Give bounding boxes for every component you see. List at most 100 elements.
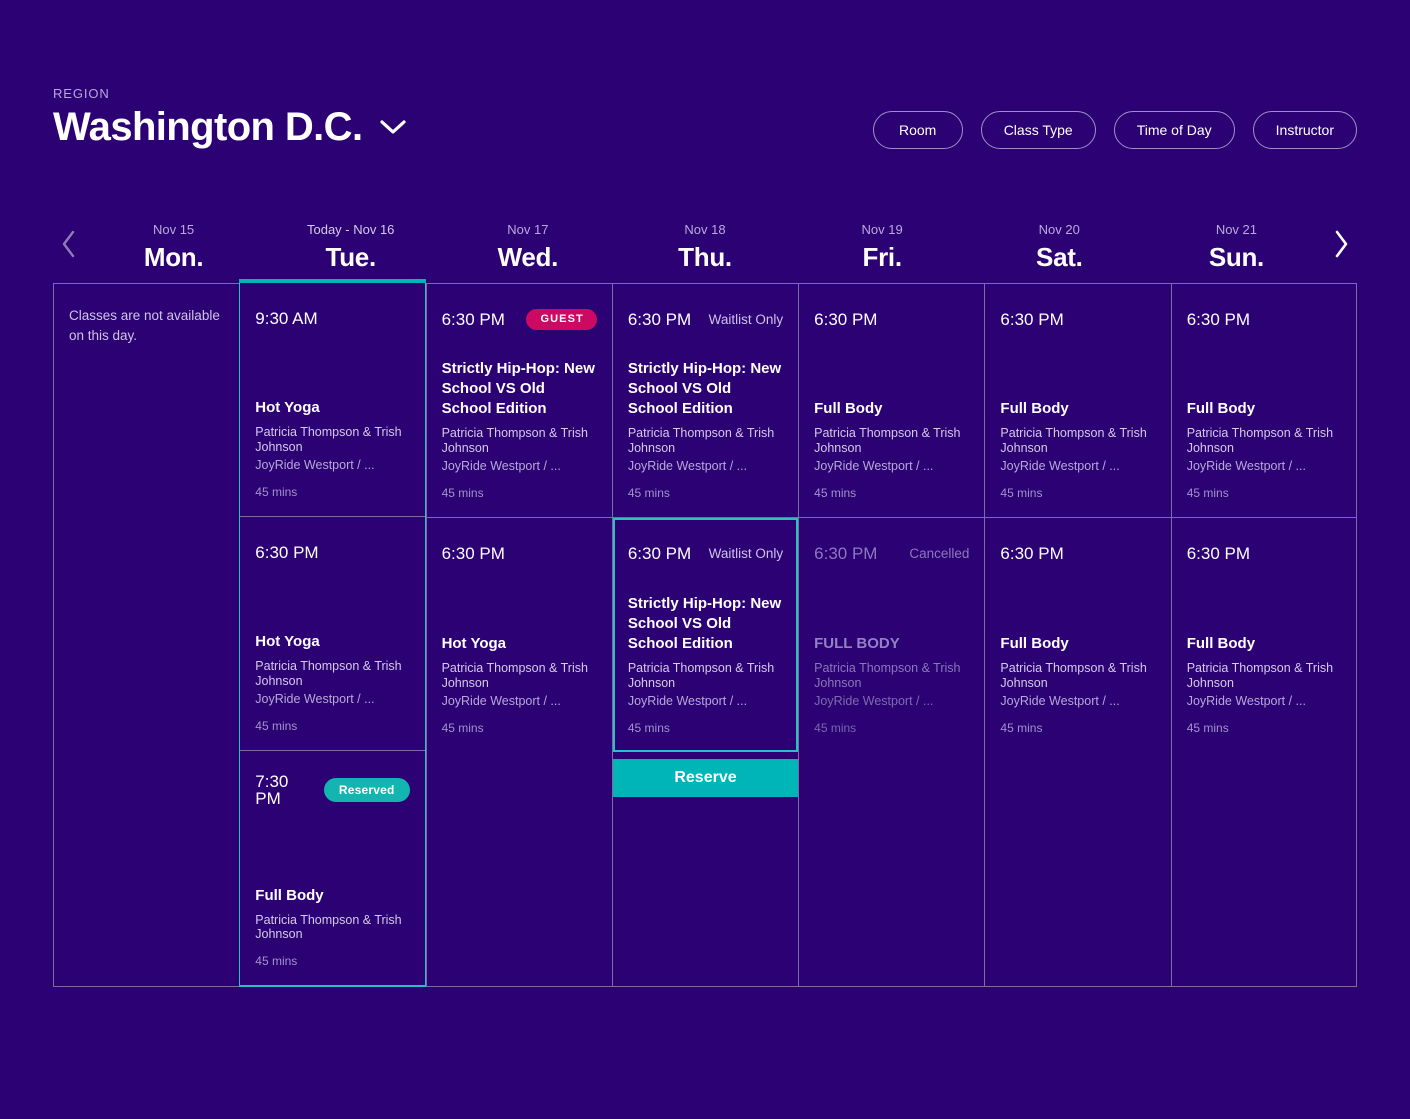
- day-column-thu: 6:30 PM Waitlist Only Strictly Hip-Hop: Ne…: [611, 283, 799, 987]
- class-card-header: 6:30 PM Waitlist Only: [628, 306, 783, 332]
- class-card-header: 6:30 PM GUEST: [442, 306, 597, 332]
- class-location: JoyRide Westport / ...: [255, 458, 375, 473]
- class-duration: 45 mins: [255, 485, 298, 499]
- class-instructor: Patricia Thompson & Trish Johnson: [1000, 425, 1147, 455]
- class-card-header: 9:30 AM: [255, 305, 409, 331]
- schedule-page: REGION Washington D.C. Room Class Type T…: [0, 0, 1410, 1119]
- day-column-fri: 6:30 PM Full Body Patricia Thompson & Tris…: [798, 283, 985, 987]
- class-title: Hot Yoga: [441, 634, 507, 652]
- reserve-button[interactable]: Reserve: [612, 759, 799, 797]
- class-title: Hot Yoga: [255, 632, 320, 650]
- chevron-down-icon[interactable]: [380, 119, 407, 135]
- class-card[interactable]: 6:30 PM Hot Yoga Patricia Thompson & Trish…: [240, 517, 425, 751]
- class-card-body: FULL BODY Patricia Thompson & Trish Johns…: [814, 634, 969, 734]
- class-instructor: Patricia Thompson & Trish Johnson: [627, 660, 775, 690]
- class-card[interactable]: 6:30 PM Full Body Patricia Thompson & Tris…: [799, 284, 985, 518]
- day-header-mon[interactable]: Nov 15 Mon.: [85, 214, 262, 271]
- class-instructor: Patricia Thompson & Trish Johnson: [441, 660, 588, 690]
- class-title: Strictly Hip-Hop: New School VS Old Scho…: [441, 359, 595, 417]
- day-date: Nov 20: [1038, 222, 1080, 237]
- region-selector[interactable]: REGION Washington D.C.: [53, 86, 407, 149]
- filter-room[interactable]: Room: [872, 111, 963, 149]
- class-duration: 45 mins: [627, 486, 670, 500]
- class-time: 6:30 PM: [441, 309, 505, 329]
- class-card[interactable]: 6:30 PM Full Body Patricia Thompson & Tris…: [985, 518, 1170, 752]
- class-time: 6:30 PM: [255, 542, 319, 562]
- class-location: JoyRide Westport / ...: [627, 459, 748, 474]
- class-card-header: 6:30 PM: [442, 540, 597, 566]
- schedule-grid-wrap: Classes are not available on this day. 9:…: [53, 279, 1357, 988]
- filter-bar: Room Class Type Time of Day Instructor: [872, 111, 1357, 149]
- class-card[interactable]: 7:30 PM Reserved Full Body Patricia Thompso…: [240, 751, 424, 985]
- day-column-sat: 6:30 PM Full Body Patricia Thompson & Tris…: [984, 283, 1171, 987]
- class-card: 6:30 PM Cancelled FULL BODY Patricia Thomps…: [799, 518, 984, 752]
- day-date: Nov 19: [861, 222, 903, 237]
- class-instructor: Patricia Thompson & Trish Johnson: [255, 912, 402, 942]
- class-location: JoyRide Westport / ...: [1186, 459, 1306, 474]
- class-duration: 45 mins: [1186, 721, 1229, 735]
- class-instructor: Patricia Thompson & Trish Johnson: [814, 425, 961, 455]
- class-card[interactable]: 6:30 PM Full Body Patricia Thompson & Tris…: [985, 284, 1171, 518]
- class-location: JoyRide Westport / ...: [1000, 459, 1120, 474]
- day-name: Thu.: [678, 241, 732, 272]
- status-badge: Reserved: [323, 778, 410, 802]
- class-duration: 45 mins: [255, 954, 298, 968]
- class-card-body: Full Body Patricia Thompson & Trish Johns…: [1187, 399, 1341, 499]
- class-card[interactable]: 6:30 PM Full Body Patricia Thompson & Tris…: [1172, 518, 1356, 752]
- day-name: Fri.: [862, 241, 903, 272]
- class-title: Full Body: [1000, 399, 1069, 417]
- filter-class-type[interactable]: Class Type: [980, 111, 1096, 149]
- day-column-wed: 6:30 PM GUEST Strictly Hip-Hop: New School…: [425, 283, 612, 987]
- class-duration: 45 mins: [441, 721, 484, 735]
- class-location: JoyRide Westport / ...: [255, 692, 375, 707]
- day-name: Sun.: [1208, 241, 1264, 272]
- class-location: JoyRide Westport / ...: [627, 694, 748, 709]
- day-header-sat[interactable]: Nov 20 Sat.: [971, 214, 1148, 271]
- next-week-button[interactable]: [1325, 214, 1357, 274]
- region-label: REGION: [53, 86, 110, 101]
- class-card-body: Strictly Hip-Hop: New School VS Old Scho…: [442, 359, 597, 499]
- class-card[interactable]: 6:30 PM Waitlist Only Strictly Hip-Hop: Ne…: [612, 284, 799, 518]
- page-header: REGION Washington D.C. Room Class Type T…: [53, 86, 1357, 156]
- class-time: 6:30 PM: [627, 543, 692, 563]
- class-card[interactable]: 6:30 PM Full Body Patricia Thompson & Tris…: [1171, 284, 1356, 518]
- class-title: Full Body: [1186, 634, 1256, 652]
- class-card[interactable]: 6:30 PM GUEST Strictly Hip-Hop: New School…: [426, 284, 612, 518]
- class-card[interactable]: 9:30 AM Hot Yoga Patricia Thompson & Trish…: [240, 283, 425, 517]
- day-date: Nov 21: [1215, 222, 1258, 237]
- class-time: 6:30 PM: [441, 543, 505, 563]
- day-header-tue[interactable]: Today - Nov 16 Tue.: [262, 214, 439, 271]
- class-duration: 45 mins: [1000, 486, 1043, 500]
- class-time: 6:30 PM: [1000, 543, 1064, 563]
- class-card-body: Hot Yoga Patricia Thompson & Trish Johnso…: [255, 632, 409, 732]
- class-duration: 45 mins: [814, 486, 857, 500]
- class-card[interactable]: 6:30 PM Waitlist Only Strictly Hip-Hop: Ne…: [612, 518, 799, 797]
- page-title: Washington D.C.: [53, 105, 363, 149]
- class-instructor: Patricia Thompson & Trish Johnson: [814, 660, 961, 690]
- filter-time-of-day[interactable]: Time of Day: [1113, 111, 1235, 149]
- empty-day-cell: Classes are not available on this day.: [54, 284, 239, 518]
- class-duration: 45 mins: [441, 486, 484, 500]
- class-title: Full Body: [1000, 634, 1069, 652]
- class-card-body: Full Body Patricia Thompson & Trish Johns…: [814, 399, 969, 499]
- day-name: Wed.: [497, 241, 559, 272]
- class-card-header: 6:30 PM Cancelled: [814, 540, 969, 566]
- day-header-thu[interactable]: Nov 18 Thu.: [616, 214, 793, 271]
- class-card-header: 6:30 PM: [1187, 306, 1341, 332]
- class-card-body: Full Body Patricia Thompson & Trish Johns…: [1000, 634, 1155, 734]
- class-card-header: 6:30 PM: [255, 539, 409, 565]
- class-card-header: 6:30 PM: [814, 306, 969, 332]
- filter-instructor[interactable]: Instructor: [1252, 111, 1357, 149]
- day-header-sun[interactable]: Nov 21 Sun.: [1148, 214, 1325, 271]
- class-card-body: Full Body Patricia Thompson & Trish Johns…: [255, 886, 409, 967]
- prev-week-button[interactable]: [53, 214, 85, 274]
- class-title: Full Body: [1186, 399, 1256, 417]
- class-time: 6:30 PM: [627, 309, 692, 329]
- day-header-wed[interactable]: Nov 17 Wed.: [439, 214, 616, 271]
- day-header-fri[interactable]: Nov 19 Fri.: [794, 214, 971, 271]
- class-instructor: Patricia Thompson & Trish Johnson: [627, 425, 775, 455]
- class-time: 6:30 PM: [814, 543, 878, 563]
- class-title: Full Body: [255, 886, 324, 904]
- day-date: Nov 15: [152, 222, 195, 237]
- class-card[interactable]: 6:30 PM Hot Yoga Patricia Thompson & Trish…: [427, 518, 612, 752]
